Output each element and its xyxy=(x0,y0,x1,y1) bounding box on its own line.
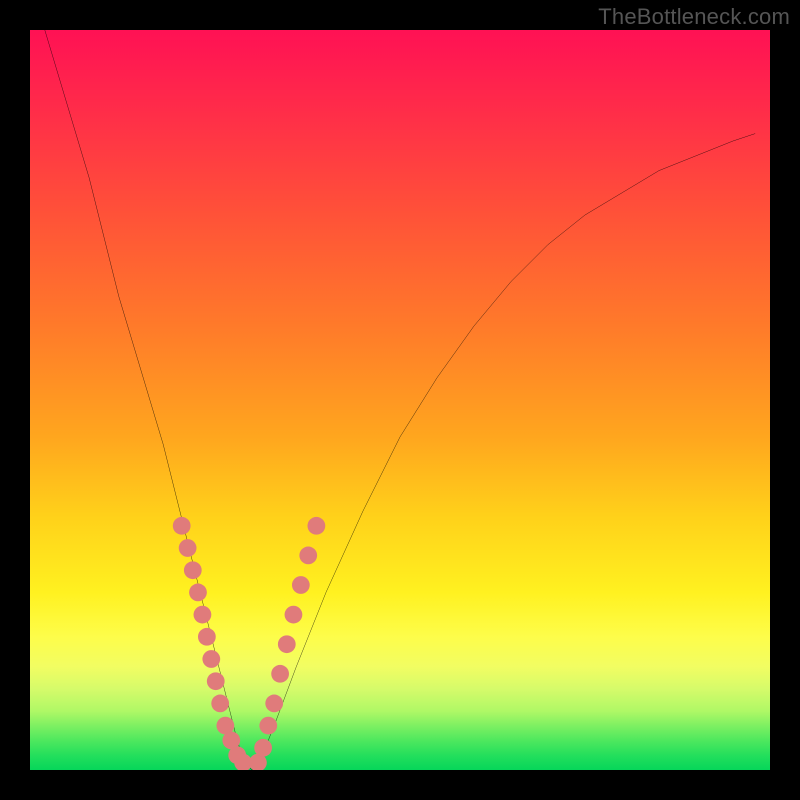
marker-dot xyxy=(265,695,283,713)
plot-area xyxy=(30,30,770,770)
marker-dot xyxy=(179,539,197,557)
marker-dot xyxy=(271,665,289,683)
left-marker-dots xyxy=(173,517,252,770)
marker-dot xyxy=(198,628,216,646)
bottleneck-curve xyxy=(45,30,755,770)
curve-layer xyxy=(45,30,755,770)
marker-dot xyxy=(254,739,272,757)
right-marker-dots xyxy=(249,517,325,770)
marker-dot xyxy=(299,547,317,565)
marker-dot xyxy=(211,695,229,713)
marker-dot xyxy=(194,606,212,624)
marker-dot xyxy=(189,584,207,602)
marker-dot xyxy=(184,561,202,579)
marker-dot xyxy=(259,717,277,735)
marker-dot xyxy=(308,517,326,535)
marker-dot xyxy=(202,650,220,668)
watermark-text: TheBottleneck.com xyxy=(598,4,790,30)
marker-dot xyxy=(292,576,310,594)
curve-svg xyxy=(30,30,770,770)
marker-dot xyxy=(285,606,303,624)
marker-dot xyxy=(207,672,225,690)
marker-dot xyxy=(173,517,191,535)
chart-frame: TheBottleneck.com xyxy=(0,0,800,800)
marker-dot xyxy=(278,635,296,653)
